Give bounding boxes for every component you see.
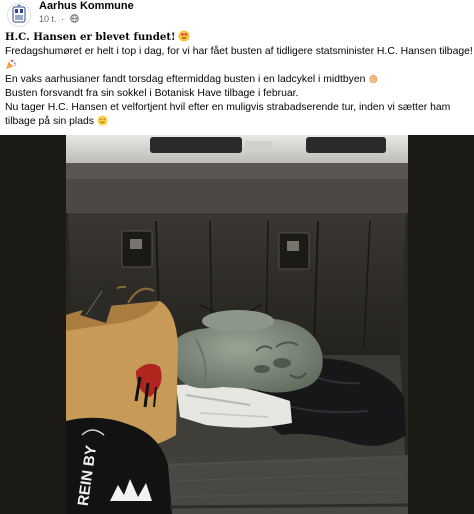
page-name-link[interactable]: Aarhus Kommune <box>39 0 134 12</box>
post-photo[interactable]: REIN BY <box>0 135 474 514</box>
post-line-2-row: En vaks aarhusianer fandt torsdag efterm… <box>5 73 471 87</box>
post-headline: H.C. Hansen er blevet fundet! <box>5 31 176 43</box>
photo-bust-in-car-trunk: REIN BY <box>0 135 474 514</box>
post-timestamp[interactable]: 10 t. <box>39 14 57 24</box>
meta-separator: · <box>61 14 65 24</box>
aarhus-coat-of-arms-icon <box>12 4 26 23</box>
post-line-5: tilbage på sin plads <box>5 116 94 127</box>
heart-eyes-emoji-icon <box>178 30 190 42</box>
page-avatar[interactable] <box>7 3 31 27</box>
globe-icon <box>69 14 79 23</box>
post-line-4: Nu tager H.C. Hansen et velfortjent hvil… <box>5 102 451 113</box>
post-header: Aarhus Kommune 10 t. · <box>0 0 474 32</box>
clapping-hands-emoji-icon <box>369 74 378 83</box>
post-meta: 10 t. · <box>39 14 79 24</box>
post-message: H.C. Hansen er blevet fundet! Fredagshum… <box>5 30 473 129</box>
post-line-1: Fredagshumøret er helt i top i dag, for … <box>5 46 473 57</box>
post-line-3: Busten forsvandt fra sin sokkel i Botani… <box>5 88 299 99</box>
post-headline-line: H.C. Hansen er blevet fundet! <box>5 30 471 45</box>
smiley-emoji-icon <box>97 115 108 126</box>
post-line-5-row: tilbage på sin plads <box>5 115 471 129</box>
post-line-1-emoji-row <box>5 59 471 73</box>
post-line-2: En vaks aarhusianer fandt torsdag efterm… <box>5 74 366 85</box>
party-popper-emoji-icon <box>5 59 16 70</box>
